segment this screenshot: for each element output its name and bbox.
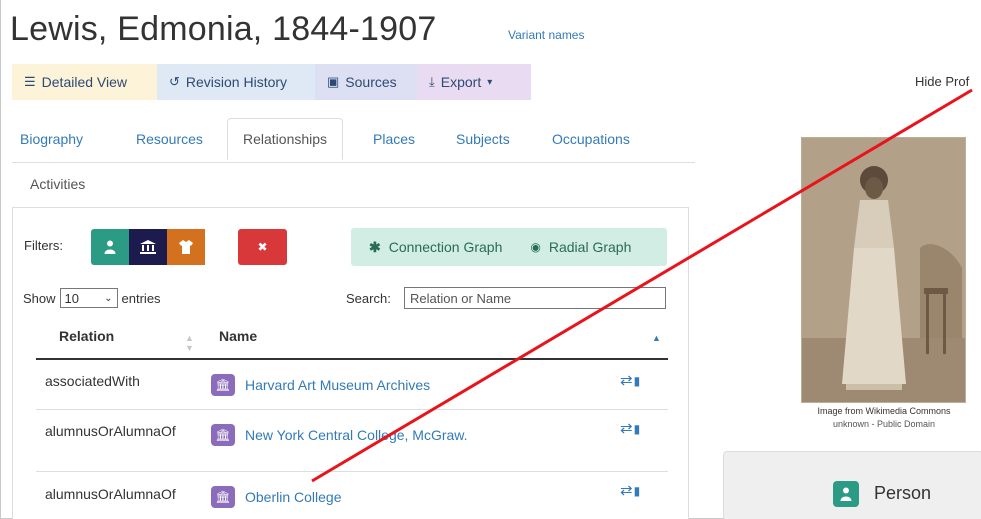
entries-length-control: Show 10 ⌄ entries [23,288,161,308]
export-button[interactable]: ⤓ Export ▾ [417,64,531,100]
portrait-image [802,138,965,402]
image-source-caption: Image from Wikimedia Commons [817,406,951,416]
radio-target-icon: ◉ [530,240,541,254]
clear-filters-button[interactable]: ✖ [238,229,287,265]
show-label: Show [23,290,56,306]
variant-names-link[interactable]: Variant names [508,28,584,42]
institution-icon: 🏛 [211,424,235,446]
portrait-photo [801,137,966,403]
column-header-name[interactable]: Name [219,328,257,344]
entity-type-label: Person [874,483,932,503]
tab-biography[interactable]: Biography [20,131,83,147]
institution-icon [140,240,156,254]
exchange-icon[interactable]: ⇄ [620,420,634,437]
row-divider [36,471,668,472]
chevron-down-icon: ⌄ [104,292,113,304]
close-icon: ✖ [257,240,268,254]
row-actions[interactable]: ⇄▮ [620,481,641,499]
filter-person-button[interactable] [91,229,129,265]
image-license-caption: unknown - Public Domain [832,419,936,429]
connection-graph-button[interactable]: ✱ Connection Graph [369,239,502,256]
entries-select[interactable]: 10 ⌄ [59,288,118,308]
book-icon[interactable]: ▮ [634,484,642,498]
tabs-divider [12,162,695,163]
institution-icon: 🏛 [211,486,235,508]
page-title: Lewis, Edmonia, 1844-1907 [10,10,437,48]
history-icon: ↺ [169,74,180,89]
revision-history-button[interactable]: ↺ Revision History [157,64,315,100]
row-actions[interactable]: ⇄▮ [620,371,641,389]
institution-icon: 🏛 [211,374,235,396]
archive-icon: ▣ [327,74,340,89]
table-row-name-link[interactable]: Harvard Art Museum Archives [245,377,430,393]
tab-places[interactable]: Places [373,131,415,147]
revision-history-label: Revision History [185,74,288,90]
sort-ascending-icon: ▲ [652,333,661,343]
asterisk-icon: ✱ [369,238,381,255]
table-row-relation: alumnusOrAlumnaOf [45,486,176,502]
search-label: Search: [346,291,391,306]
tab-activities[interactable]: Activities [30,176,85,192]
person-icon [833,481,859,507]
sliders-icon: ☰ [24,74,36,89]
download-icon: ⤓ [429,74,435,89]
entries-label: entries [121,290,161,306]
row-actions[interactable]: ⇄▮ [620,419,641,437]
sources-button[interactable]: ▣ Sources [315,64,417,100]
table-row-name-link[interactable]: New York Central College, McGraw. [245,427,468,443]
filter-family-button[interactable] [167,229,205,265]
hide-profile-toggle[interactable]: Hide Prof [915,74,969,89]
tab-occupations[interactable]: Occupations [552,131,630,147]
book-icon[interactable]: ▮ [634,374,642,388]
table-row-name-link[interactable]: Oberlin College [245,489,342,505]
person-icon [104,240,116,254]
table-row-relation: alumnusOrAlumnaOf [45,423,176,439]
tab-relationships[interactable]: Relationships [227,118,344,160]
tab-resources[interactable]: Resources [136,131,203,147]
detailed-view-label: Detailed View [41,74,128,90]
filter-corporate-button[interactable] [129,229,167,265]
table-row-relation: associatedWith [45,373,140,389]
sort-both-icon: ▲ ▼ [185,333,194,353]
connection-graph-label: Connection Graph [388,239,503,255]
search-input[interactable]: Relation or Name [404,287,666,309]
table-header-divider [36,358,668,360]
export-label: Export [440,74,482,90]
filters-label: Filters: [24,238,63,253]
caret-down-icon: ▾ [487,76,493,88]
row-divider [36,409,668,410]
exchange-icon[interactable]: ⇄ [620,482,634,499]
entries-value: 10 [64,290,79,306]
column-header-relation[interactable]: Relation [59,328,114,344]
detailed-view-button[interactable]: ☰ Detailed View [12,64,157,100]
exchange-icon[interactable]: ⇄ [620,372,634,389]
radial-graph-button[interactable]: ◉ Radial Graph [530,239,631,255]
family-icon [179,240,193,254]
tab-subjects[interactable]: Subjects [456,131,510,147]
book-icon[interactable]: ▮ [634,422,642,436]
toolbar: ☰ Detailed View ↺ Revision History ▣ Sou… [12,64,531,100]
graph-toolbar: ✱ Connection Graph ◉ Radial Graph [351,228,667,266]
radial-graph-label: Radial Graph [548,239,632,255]
sources-label: Sources [345,74,397,90]
